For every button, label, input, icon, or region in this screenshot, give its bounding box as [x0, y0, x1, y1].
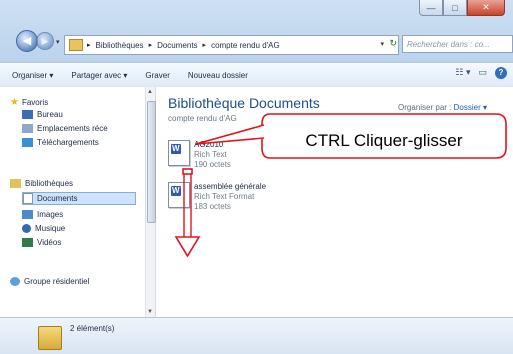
documents-icon [23, 193, 33, 204]
recent-pages-dropdown[interactable]: ▾ [56, 38, 60, 46]
nav-label: Bureau [37, 110, 63, 119]
chevron-right-icon[interactable]: ▸ [149, 41, 153, 49]
rtf-document-icon [168, 182, 190, 208]
refresh-icon[interactable]: ↻ [389, 38, 397, 49]
burn-button[interactable]: Graver [145, 71, 169, 80]
forward-button[interactable]: ▶ [36, 32, 54, 50]
nav-label: Emplacements réce [37, 124, 108, 133]
organize-menu[interactable]: Organiser ▾ [12, 71, 53, 80]
star-icon: ★ [10, 97, 19, 108]
arrow-right-icon: ▶ [41, 36, 49, 46]
chevron-right-icon[interactable]: ▸ [203, 41, 207, 49]
nav-recent-places[interactable]: Emplacements réce [22, 124, 108, 133]
nav-documents[interactable]: Documents [22, 192, 137, 205]
scroll-thumb[interactable] [147, 101, 156, 223]
music-icon [22, 224, 31, 233]
file-size: 190 octets [194, 160, 231, 169]
rtf-document-icon [168, 140, 190, 166]
file-type: Rich Text Format [194, 192, 255, 201]
scroll-down-icon[interactable]: ▼ [147, 309, 153, 315]
close-icon: ✕ [482, 2, 490, 12]
library-title: Bibliothèque Documents [168, 95, 320, 111]
breadcrumb-libraries[interactable]: Bibliothèques [96, 41, 144, 50]
nav-images[interactable]: Images [22, 210, 63, 219]
command-bar: Organiser ▾ Partager avec ▾ Graver Nouve… [0, 62, 513, 88]
search-placeholder: Rechercher dans : co... [407, 39, 490, 49]
nav-desktop[interactable]: Bureau [22, 110, 63, 119]
arrange-by-value[interactable]: Dossier ▾ [454, 103, 487, 112]
address-dropdown-icon[interactable]: ▾ [380, 40, 384, 48]
address-bar[interactable]: ▸ Bibliothèques ▸ Documents ▸ compte ren… [64, 35, 399, 55]
library-subtitle: compte rendu d'AG [168, 114, 237, 123]
nav-label: Images [37, 210, 64, 219]
close-button[interactable]: ✕ [467, 0, 505, 16]
maximize-button[interactable]: □ [443, 0, 467, 16]
view-controls: ☷ ▾ ▭ ? [455, 67, 507, 79]
nav-label: Musique [35, 224, 66, 233]
annotation-callout: CTRL Cliquer-glisser [262, 118, 506, 164]
arrange-by-label: Organiser par : [398, 103, 452, 112]
homegroup-icon [10, 277, 20, 286]
status-bar: 2 élément(s) [0, 317, 513, 354]
explorer-window: — □ ✕ ◀ ▶ ▾ ▸ Bibliothèques ▸ Documents … [0, 0, 513, 354]
minimize-icon: — [426, 2, 436, 13]
back-button[interactable]: ◀ [16, 30, 38, 52]
arrange-by[interactable]: Organiser par : Dossier ▾ [398, 103, 487, 112]
libraries-icon [10, 179, 21, 188]
images-icon [22, 210, 33, 219]
scroll-up-icon[interactable]: ▲ [147, 89, 153, 95]
nav-videos[interactable]: Vidéos [22, 238, 61, 247]
search-input[interactable]: Rechercher dans : co... [402, 35, 513, 53]
file-type: Rich Text [194, 150, 227, 159]
nav-downloads[interactable]: Téléchargements [22, 138, 99, 147]
nav-label: Téléchargements [37, 138, 99, 147]
nav-label: Favoris [21, 98, 49, 107]
downloads-icon [22, 138, 33, 147]
breadcrumb-documents[interactable]: Documents [157, 41, 197, 50]
nav-label: Vidéos [37, 238, 62, 247]
file-item[interactable]: assemblée générale Rich Text Format 183 … [168, 182, 308, 228]
window-controls: — □ ✕ [419, 0, 505, 16]
annotation-text: CTRL Cliquer-glisser [305, 131, 463, 150]
file-name: assemblée générale [194, 182, 267, 191]
nav-favorites[interactable]: ★ Favoris [10, 97, 48, 108]
maximize-icon: □ [452, 2, 458, 13]
nav-label: Bibliothèques [25, 179, 74, 188]
file-size: 183 octets [194, 202, 231, 211]
folder-icon [38, 326, 62, 350]
file-name: AG2010 [194, 140, 224, 149]
preview-pane-icon[interactable]: ▭ [478, 67, 487, 79]
nav-label: Groupe résidentiel [24, 277, 90, 286]
arrow-left-icon: ◀ [22, 35, 32, 47]
nav-homegroup[interactable]: Groupe résidentiel [10, 277, 89, 286]
navigation-pane: ★ Favoris Bureau Emplacements réce Téléc… [0, 87, 156, 317]
desktop-icon [22, 110, 33, 119]
title-bar: — □ ✕ ◀ ▶ ▾ ▸ Bibliothèques ▸ Documents … [0, 0, 513, 62]
nav-label: Documents [37, 194, 78, 203]
chevron-right-icon[interactable]: ▸ [87, 41, 91, 49]
nav-libraries[interactable]: Bibliothèques [10, 179, 73, 188]
nav-music[interactable]: Musique [22, 224, 65, 233]
videos-icon [22, 238, 33, 247]
folder-icon [69, 39, 83, 51]
recent-places-icon [22, 124, 33, 133]
help-icon[interactable]: ? [495, 67, 507, 79]
minimize-button[interactable]: — [419, 0, 443, 16]
item-count: 2 élément(s) [70, 324, 115, 333]
breadcrumb-current-folder[interactable]: compte rendu d'AG [211, 41, 280, 50]
navigation-scrollbar[interactable]: ▲ ▼ [145, 87, 156, 317]
view-options-icon[interactable]: ☷ ▾ [455, 67, 470, 79]
share-menu[interactable]: Partager avec ▾ [71, 71, 127, 80]
new-folder-button[interactable]: Nouveau dossier [188, 71, 248, 80]
